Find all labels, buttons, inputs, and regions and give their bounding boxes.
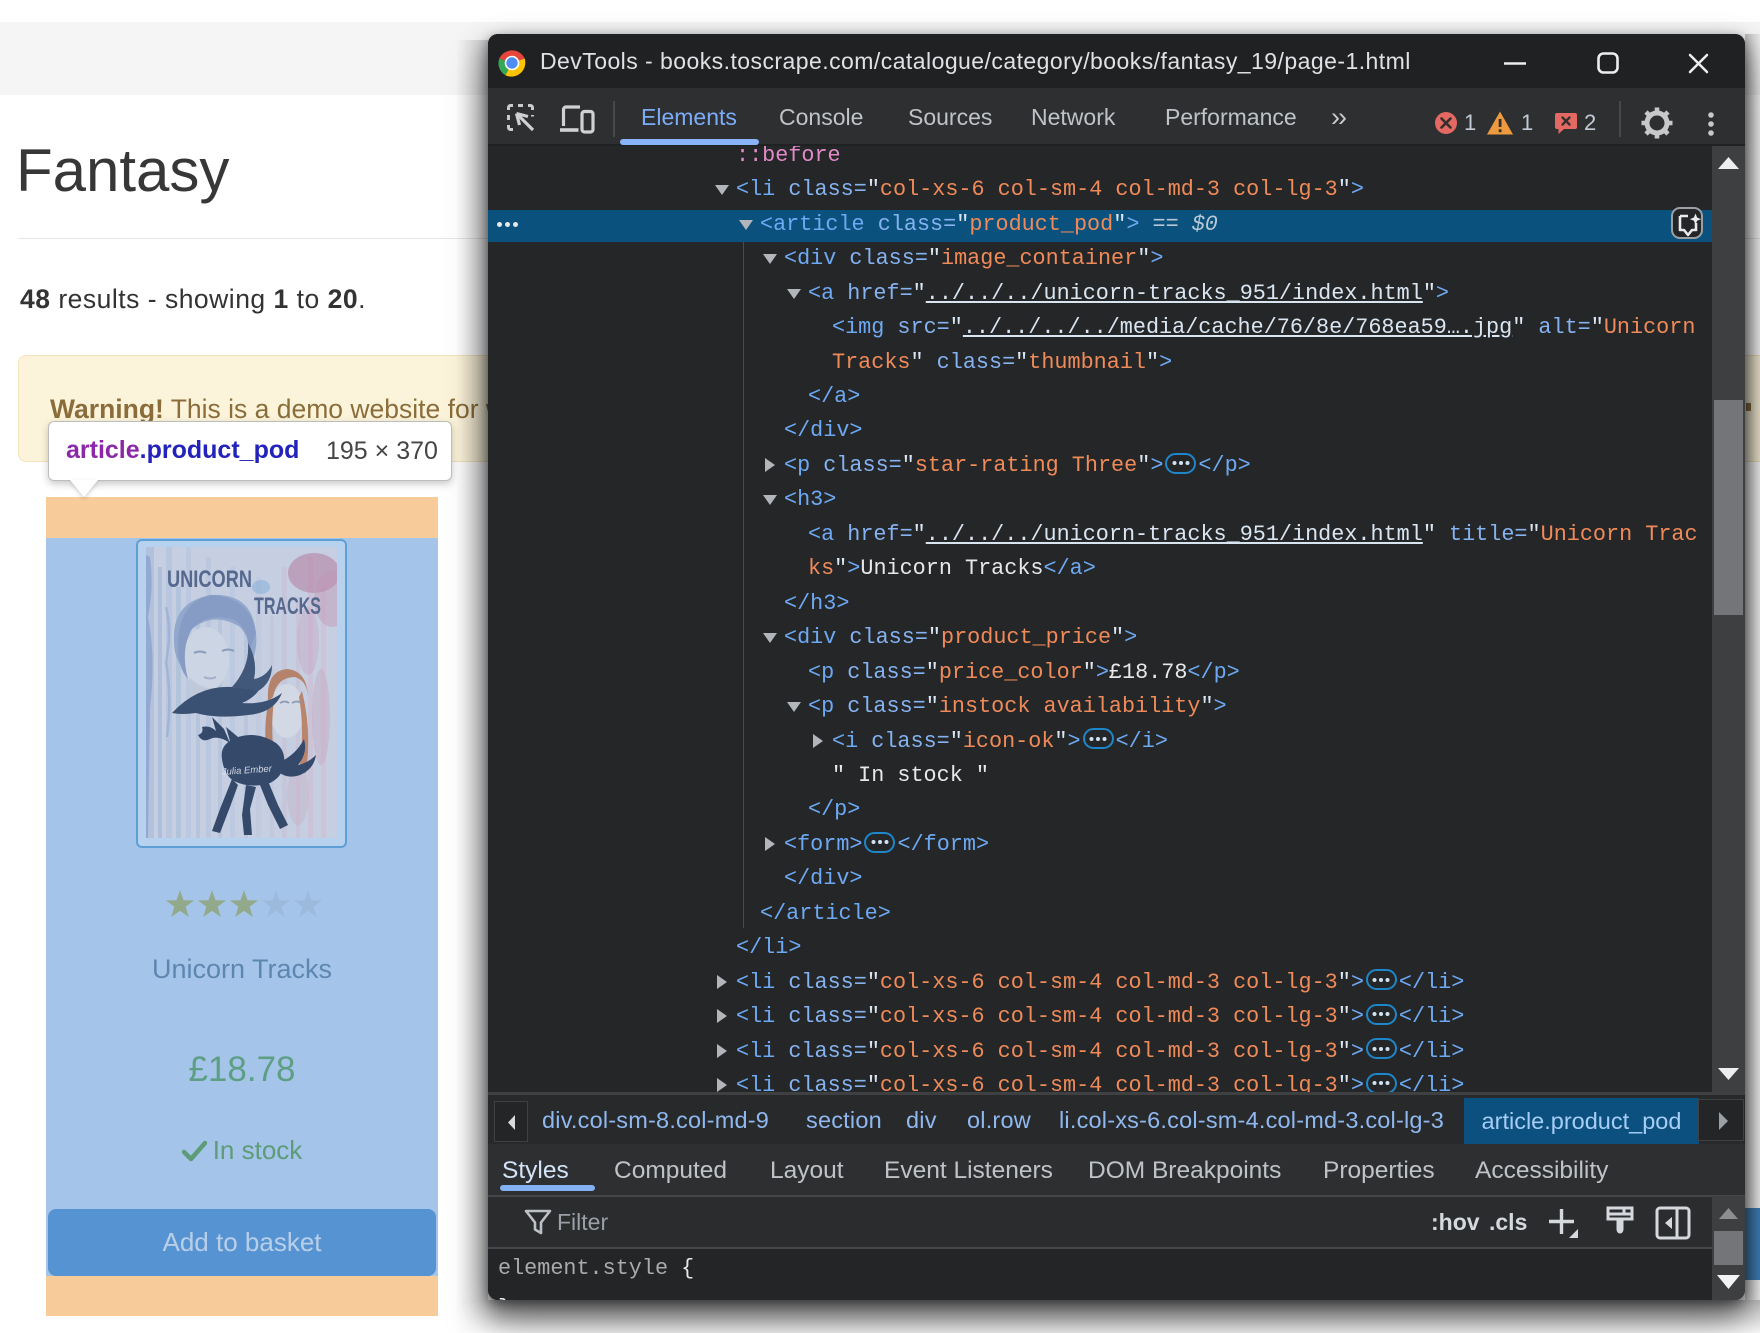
svg-text:TRACKS: TRACKS <box>254 593 321 620</box>
svg-text:UNICORN: UNICORN <box>167 566 252 593</box>
